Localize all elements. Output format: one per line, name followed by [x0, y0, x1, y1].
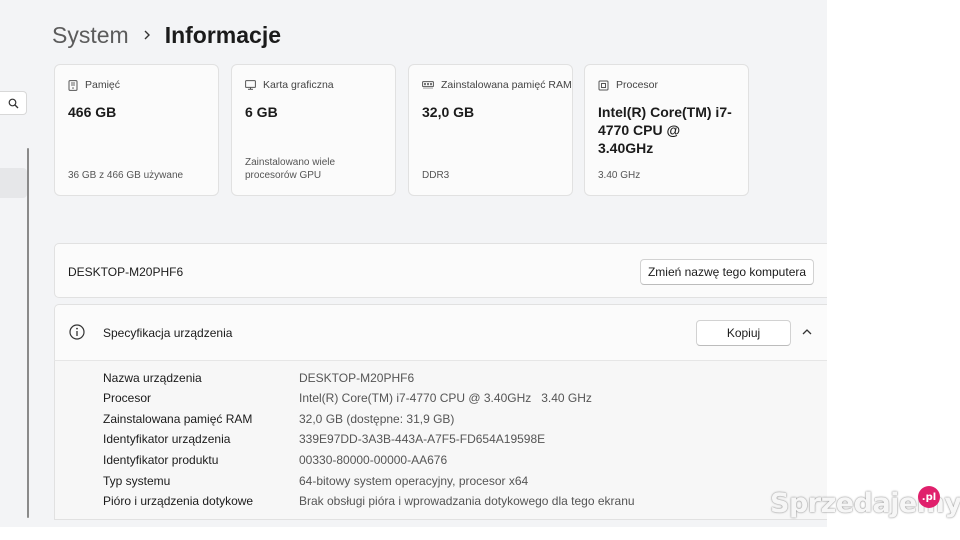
breadcrumb: System Informacje — [52, 18, 281, 52]
card-value: 32,0 GB — [422, 104, 475, 120]
sidebar-scrollbar[interactable] — [27, 148, 29, 518]
watermark-badge: .pl — [918, 486, 940, 508]
chevron-right-icon — [143, 29, 151, 41]
processor-card[interactable]: Procesor Intel(R) Core(TM) i7-4770 CPU @… — [584, 64, 749, 196]
info-icon — [69, 324, 85, 340]
card-label: Karta graficzna — [263, 79, 334, 91]
card-value: 6 GB — [245, 104, 278, 120]
device-spec-table: Nazwa urządzenia DESKTOP-M20PHF6 Proceso… — [54, 360, 827, 520]
spec-label: Typ systemu — [103, 474, 171, 488]
processor-icon — [598, 80, 609, 90]
spec-row: Nazwa urządzenia DESKTOP-M20PHF6 — [103, 371, 414, 391]
spec-label: Procesor — [103, 391, 152, 405]
card-label: Zainstalowana pamięć RAM — [441, 79, 572, 91]
device-name-row: DESKTOP-M20PHF6 Zmień nazwę tego kompute… — [54, 243, 827, 298]
spec-row: Identyfikator produktu 00330-80000-00000… — [103, 453, 447, 473]
sidebar-selected-item[interactable] — [0, 168, 27, 198]
breadcrumb-parent[interactable]: System — [52, 22, 129, 49]
graphics-card-icon — [245, 80, 256, 90]
card-subtext: 36 GB z 466 GB używane — [68, 170, 184, 181]
spec-value: DESKTOP-M20PHF6 — [299, 371, 415, 385]
card-subtext: Zainstalowano wiele procesorów GPU — [245, 157, 336, 181]
spec-value: Brak obsługi pióra i wprowadzania dotyko… — [299, 494, 635, 508]
spec-row: Typ systemu 64-bitowy system operacyjny,… — [103, 474, 528, 494]
card-label: Pamięć — [85, 79, 121, 91]
ram-card[interactable]: Zainstalowana pamięć RAM 32,0 GB DDR3 — [408, 64, 573, 196]
spec-row: Procesor Intel(R) Core(TM) i7-4770 CPU @… — [103, 391, 592, 411]
spec-value: 00330-80000-00000-AA676 — [299, 453, 448, 467]
rename-pc-button[interactable]: Zmień nazwę tego komputera — [640, 259, 814, 285]
spec-label: Identyfikator produktu — [103, 453, 219, 467]
copy-button[interactable]: Kopiuj — [696, 320, 791, 346]
storage-card[interactable]: Pamięć 466 GB 36 GB z 466 GB używane — [54, 64, 219, 196]
spec-value: Intel(R) Core(TM) i7-4770 CPU @ 3.40GHz … — [299, 391, 592, 405]
spec-label: Zainstalowana pamięć RAM — [103, 412, 253, 426]
settings-window: System Informacje Pamięć 466 GB 36 GB z … — [0, 0, 827, 527]
card-subtext: DDR3 — [422, 170, 450, 181]
spec-label: Nazwa urządzenia — [103, 371, 202, 385]
storage-icon — [68, 79, 78, 91]
card-value: Intel(R) Core(TM) i7-4770 CPU @ 3.40GHz — [598, 104, 732, 156]
device-spec-header[interactable]: Specyfikacja urządzenia Kopiuj — [54, 304, 827, 360]
card-value: 466 GB — [68, 104, 117, 120]
device-spec-title: Specyfikacja urządzenia — [103, 326, 233, 340]
spec-row: Zainstalowana pamięć RAM 32,0 GB (dostęp… — [103, 412, 454, 432]
search-icon — [8, 98, 18, 108]
card-label: Procesor — [616, 79, 659, 91]
sidebar-search-box[interactable] — [0, 91, 27, 115]
graphics-card[interactable]: Karta graficzna 6 GB Zainstalowano wiele… — [231, 64, 396, 196]
chevron-up-icon[interactable] — [801, 327, 813, 337]
ram-icon — [422, 81, 434, 89]
spec-row: Identyfikator urządzenia 339E97DD-3A3B-4… — [103, 432, 545, 452]
page-title: Informacje — [164, 21, 282, 48]
spec-value: 64-bitowy system operacyjny, procesor x6… — [299, 474, 529, 488]
spec-label: Pióro i urządzenia dotykowe — [103, 494, 254, 508]
spec-value: 32,0 GB (dostępne: 31,9 GB) — [299, 412, 455, 426]
device-name: DESKTOP-M20PHF6 — [68, 265, 184, 279]
spec-value: 339E97DD-3A3B-443A-A7F5-FD654A19598E — [299, 432, 546, 446]
spec-row: Pióro i urządzenia dotykowe Brak obsługi… — [103, 494, 635, 514]
card-subtext: 3.40 GHz — [598, 170, 641, 181]
spec-label: Identyfikator urządzenia — [103, 432, 231, 446]
